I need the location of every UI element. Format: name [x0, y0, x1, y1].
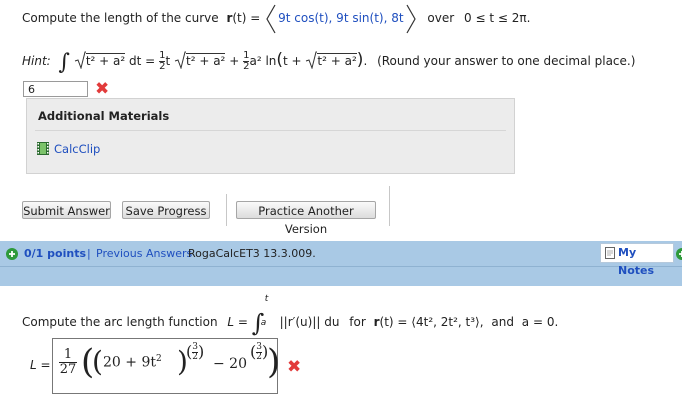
coef-fraction: 1 27 [59, 347, 77, 377]
sqrt-icon [306, 51, 318, 70]
previous-answers-link[interactable]: Previous Answers [96, 247, 192, 260]
x-icon: ✖ [287, 357, 302, 377]
minus-term: − 20 [213, 356, 247, 372]
hint-term3: a² ln [249, 54, 277, 68]
L-equals: L = [227, 315, 248, 329]
header-separator: | [87, 247, 91, 260]
q2-integrand: ||r′(u)|| du [279, 315, 340, 329]
inner-paren-left: ( [92, 345, 103, 378]
source-text: RogaCalcET3 13.3.009. [188, 247, 316, 260]
additional-materials-panel: Additional Materials CalcClip [26, 98, 515, 174]
a-equals: a = 0. [521, 315, 559, 329]
button-divider [226, 194, 227, 226]
L-label: L = [30, 358, 51, 372]
note-icon [605, 247, 615, 259]
save-progress-button[interactable]: Save Progress [122, 201, 210, 219]
left-angle-bracket [266, 4, 276, 33]
calcclip-link[interactable]: CalcClip [54, 142, 100, 156]
integral-sign: ∫ [58, 50, 71, 75]
r-def: ⟨4t², 2t², t³⟩, [411, 315, 484, 329]
over-word: over [427, 11, 455, 25]
points-text: 0/1 points [24, 247, 86, 260]
sqrt-icon [74, 51, 86, 70]
my-notes-label: My Notes [618, 246, 655, 277]
lower-limit: a [260, 318, 267, 328]
plus-circle-icon[interactable] [676, 248, 682, 260]
q2-prefix: Compute the arc length function [22, 315, 218, 329]
hint-line: Hint: ∫ t² + a² dt = 12t t² + a² + 1 2 a² … [22, 46, 636, 75]
hint-dt: dt = [129, 54, 156, 68]
for-word: for [349, 315, 366, 329]
question-2-text: Compute the arc length function L = ∫ t … [22, 294, 559, 337]
and-word: and [491, 315, 514, 329]
outer-paren-right: ) [267, 342, 281, 382]
plus-circle-icon[interactable] [6, 248, 18, 260]
submit-answer-button[interactable]: Submit Answer [22, 201, 111, 219]
right-divider [389, 186, 390, 226]
exponent-2: (3 2) [250, 342, 269, 362]
answer-input[interactable]: 6 [23, 81, 88, 97]
exponent-1: (3 2) [186, 342, 205, 362]
upper-limit: t [264, 294, 269, 304]
question-1-text: Compute the length of the curve r(t) = 9… [22, 4, 531, 33]
materials-title: Additional Materials [38, 109, 170, 123]
r-def-lhs: (t) = [379, 315, 408, 329]
r-components: 9t cos(t), 9t sin(t), 8t [278, 11, 404, 25]
interval: 0 ≤ t ≤ 2π. [464, 11, 531, 25]
base-expression: 20 + 9t2 [103, 354, 162, 371]
definite-integral: ∫ t a [251, 294, 269, 337]
sqrt-icon [174, 51, 186, 70]
r-arg: (t) = [232, 11, 261, 25]
hint-term2: t [165, 54, 171, 68]
practice-another-version-button[interactable]: Practice Another Version [236, 201, 376, 236]
q1-prefix: Compute the length of the curve [22, 11, 219, 25]
x-icon: ✖ [95, 79, 110, 99]
materials-divider [35, 130, 506, 131]
question-header-bar: 0/1 points | Previous Answers RogaCalcET… [0, 241, 682, 286]
film-icon [37, 142, 49, 155]
round-note: (Round your answer to one decimal place.… [377, 54, 636, 68]
answer-2-box[interactable]: 1 27 ( ( 20 + 9t2 ) (3 2) − 20 (3 2) ) [52, 338, 281, 394]
my-notes-button[interactable]: My Notes [600, 243, 674, 277]
right-angle-bracket [406, 4, 416, 33]
hint-label: Hint: [22, 54, 51, 68]
sqrt-1: t² + a² [74, 47, 126, 70]
